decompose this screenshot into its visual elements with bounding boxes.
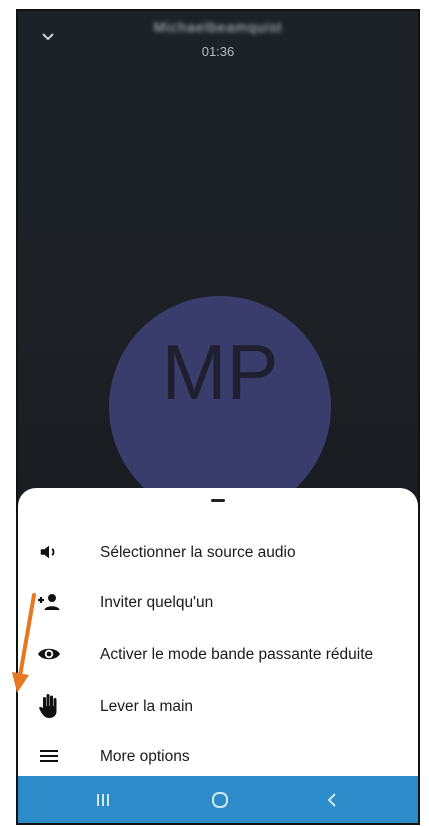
recent-apps-icon[interactable]	[73, 776, 133, 823]
avatar: MP	[109, 296, 331, 518]
options-bottom-sheet: Sélectionner la source audio Inviter que…	[18, 488, 418, 780]
menu-item-more-options[interactable]: More options	[18, 732, 418, 780]
menu-lines-icon	[36, 743, 62, 769]
back-icon[interactable]	[302, 776, 362, 823]
caller-name: Michaelbeamquist	[153, 19, 283, 35]
menu-item-raise-hand[interactable]: Lever la main	[18, 682, 418, 730]
menu-item-label: Inviter quelqu'un	[100, 593, 214, 611]
menu-item-label: Sélectionner la source audio	[100, 543, 296, 561]
home-icon[interactable]	[190, 776, 250, 823]
menu-item-label: Activer le mode bande passante réduite	[100, 645, 374, 663]
eye-icon	[36, 641, 62, 667]
add-person-icon	[36, 589, 62, 615]
avatar-initials: MP	[161, 327, 279, 416]
screenshot-page: Michaelbeamquist 01:36 MP Sélectionner l…	[0, 0, 429, 827]
raise-hand-icon	[36, 693, 62, 719]
menu-item-label: Lever la main	[100, 697, 194, 715]
sheet-drag-handle[interactable]	[211, 499, 225, 502]
speaker-icon	[36, 539, 62, 565]
menu-item-label: More options	[100, 747, 190, 765]
menu-item-invite[interactable]: Inviter quelqu'un	[18, 578, 418, 626]
phone-screen: Michaelbeamquist 01:36 MP Sélectionner l…	[16, 9, 420, 825]
menu-item-audio-source[interactable]: Sélectionner la source audio	[18, 528, 418, 576]
android-navigation-bar	[18, 776, 418, 823]
menu-item-low-bandwidth[interactable]: Activer le mode bande passante réduite	[18, 628, 418, 680]
call-timer: 01:36	[201, 44, 235, 59]
